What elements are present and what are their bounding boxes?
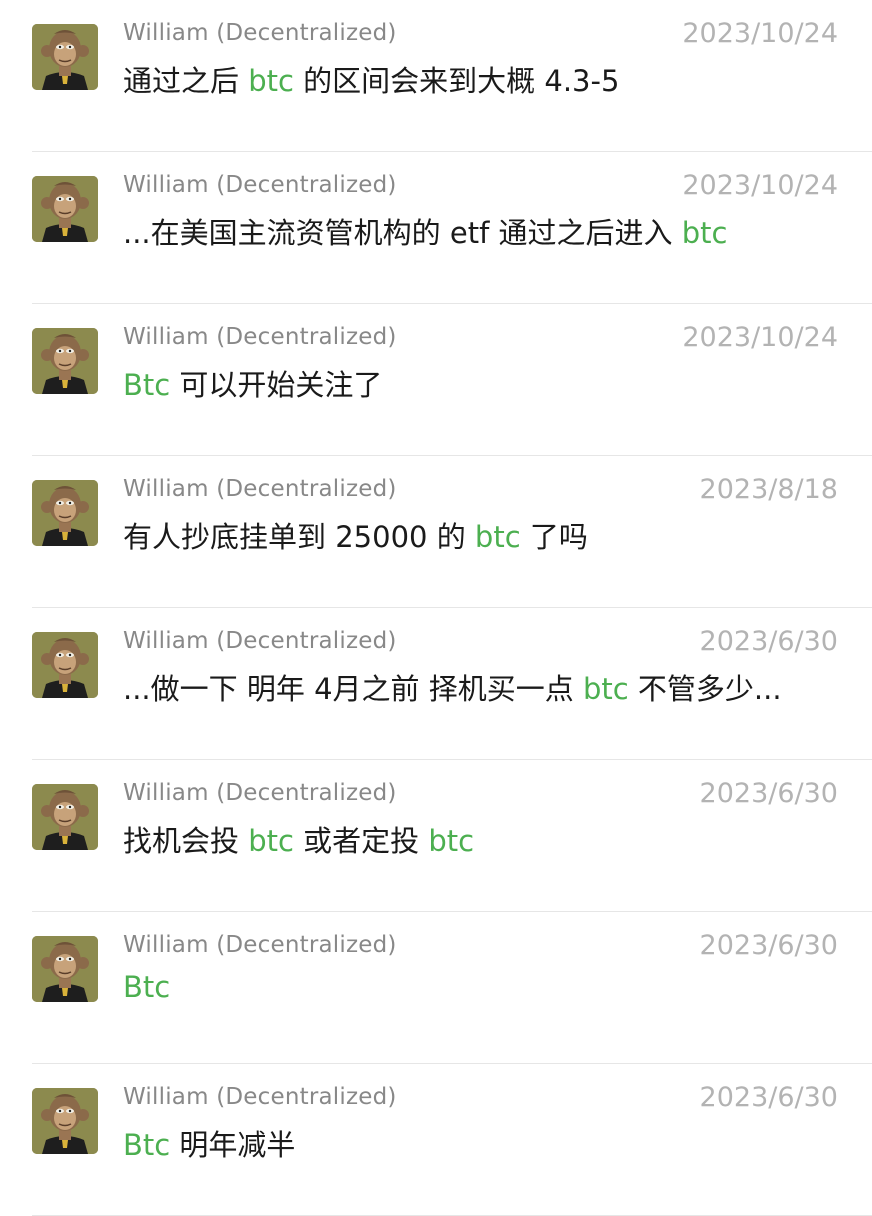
message-preview: Btc 明年减半 (123, 1122, 295, 1164)
result-row[interactable]: William (Decentralized) 2023/8/18 有人抄底挂单… (0, 456, 872, 608)
message-text: ...做一下 明年 4月之前 择机买一点 (123, 672, 583, 706)
message-preview: Btc 可以开始关注了 (123, 362, 382, 404)
result-row[interactable]: William (Decentralized) 2023/10/24 Btc 可… (0, 304, 872, 456)
message-text: 了吗 (520, 520, 588, 554)
result-row[interactable]: William (Decentralized) 2023/6/30 Btc (0, 912, 872, 1064)
message-date: 2023/6/30 (699, 626, 838, 657)
result-row[interactable]: William (Decentralized) 2023/10/24 ...在美… (0, 152, 872, 304)
message-preview: 有人抄底挂单到 25000 的 btc 了吗 (123, 514, 588, 556)
ape-avatar-icon[interactable] (32, 632, 98, 698)
sender-name: William (Decentralized) (123, 932, 397, 958)
sender-name: William (Decentralized) (123, 780, 397, 806)
message-text: 可以开始关注了 (170, 368, 383, 402)
keyword-highlight: btc (248, 824, 294, 858)
search-results-list: William (Decentralized) 2023/10/24 通过之后 … (0, 0, 872, 1216)
result-row[interactable]: William (Decentralized) 2023/10/24 通过之后 … (0, 0, 872, 152)
message-preview: 通过之后 btc 的区间会来到大概 4.3-5 (123, 58, 619, 100)
ape-avatar-icon[interactable] (32, 176, 98, 242)
ape-avatar-icon[interactable] (32, 784, 98, 850)
message-preview: 找机会投 btc 或者定投 btc (123, 818, 474, 860)
message-date: 2023/6/30 (699, 778, 838, 809)
ape-avatar-icon[interactable] (32, 1088, 98, 1154)
message-date: 2023/8/18 (699, 474, 838, 505)
message-preview: ...在美国主流资管机构的 etf 通过之后进入 btc (123, 210, 727, 252)
sender-name: William (Decentralized) (123, 324, 397, 350)
keyword-highlight: btc (681, 216, 728, 250)
result-row[interactable]: William (Decentralized) 2023/6/30 ...做一下… (0, 608, 872, 760)
keyword-highlight: btc (428, 824, 475, 858)
message-date: 2023/6/30 (699, 930, 838, 961)
message-text: 或者定投 (293, 824, 429, 858)
keyword-highlight: Btc (123, 1128, 171, 1162)
message-text: 不管多少... (628, 672, 782, 706)
message-date: 2023/10/24 (682, 322, 838, 353)
result-row[interactable]: William (Decentralized) 2023/6/30 找机会投 b… (0, 760, 872, 912)
keyword-highlight: btc (582, 672, 629, 706)
keyword-highlight: btc (248, 64, 294, 98)
sender-name: William (Decentralized) (123, 1084, 397, 1110)
sender-name: William (Decentralized) (123, 628, 397, 654)
message-preview: ...做一下 明年 4月之前 择机买一点 btc 不管多少... (123, 666, 782, 708)
message-text: 的区间会来到大概 4.3-5 (293, 64, 620, 98)
ape-avatar-icon[interactable] (32, 328, 98, 394)
message-text: ...在美国主流资管机构的 etf 通过之后进入 (123, 216, 682, 250)
sender-name: William (Decentralized) (123, 476, 397, 502)
sender-name: William (Decentralized) (123, 20, 397, 46)
message-text: 明年减半 (170, 1128, 296, 1162)
message-text: 有人抄底挂单到 25000 的 (123, 520, 475, 554)
result-row[interactable]: William (Decentralized) 2023/6/30 Btc 明年… (0, 1064, 872, 1216)
ape-avatar-icon[interactable] (32, 936, 98, 1002)
message-text: 找机会投 (123, 824, 249, 858)
message-date: 2023/10/24 (682, 170, 838, 201)
keyword-highlight: btc (474, 520, 521, 554)
message-text: 通过之后 (123, 64, 249, 98)
message-preview: Btc (123, 970, 170, 1004)
keyword-highlight: Btc (123, 368, 171, 402)
message-date: 2023/10/24 (682, 18, 838, 49)
keyword-highlight: Btc (123, 970, 171, 1004)
message-date: 2023/6/30 (699, 1082, 838, 1113)
ape-avatar-icon[interactable] (32, 24, 98, 90)
ape-avatar-icon[interactable] (32, 480, 98, 546)
sender-name: William (Decentralized) (123, 172, 397, 198)
